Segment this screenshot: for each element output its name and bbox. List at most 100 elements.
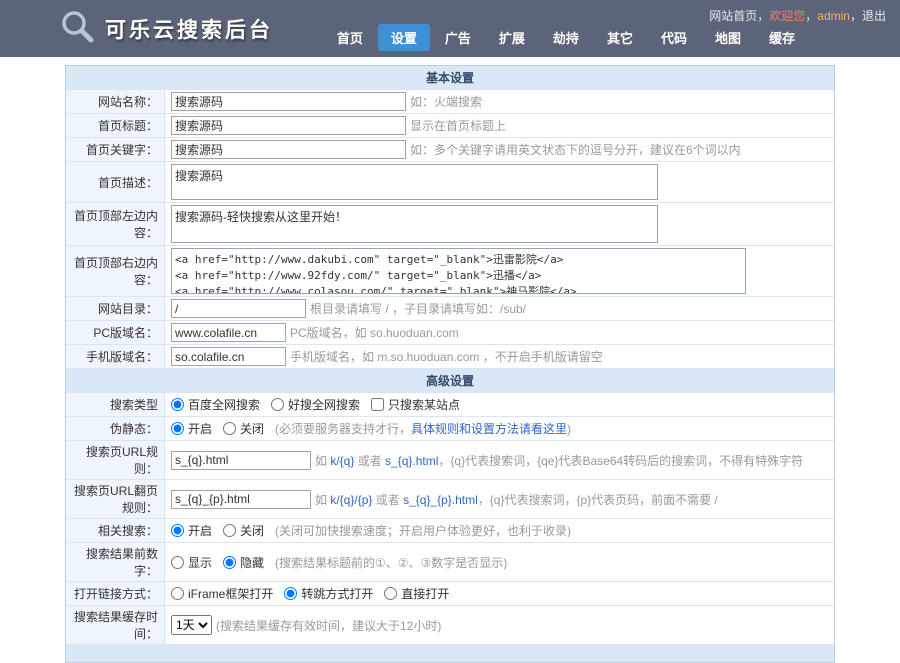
form-row-search-type: 搜索类型 百度全网搜索 好搜全网搜索 只搜索某站点 [66, 393, 834, 417]
result-number-show-option[interactable]: 显示 [171, 554, 212, 571]
field-label: 首页关键字： [66, 138, 165, 161]
nav-tab-sitemap[interactable]: 地图 [702, 24, 754, 51]
open-mode-direct-option[interactable]: 直接打开 [384, 585, 449, 602]
site-name-input[interactable] [171, 92, 406, 111]
nav-tab-extensions[interactable]: 扩展 [486, 24, 538, 51]
form-row-home-desc: 首页描述： 搜索源码 [66, 162, 834, 203]
field-hint: 如 k/{q}/{p} 或者 s_{q}_{p}.html，{q}代表搜索词，{… [315, 491, 828, 508]
home-title-input[interactable] [171, 116, 406, 135]
hint-text: 如 [315, 493, 330, 507]
cache-time-select[interactable]: 1天 [171, 615, 212, 635]
nav-tab-settings[interactable]: 设置 [378, 24, 430, 51]
field-hint: 手机版域名，如 m.so.huoduan.com ，不开启手机版请留空 [290, 348, 828, 365]
field-label: 相关搜索： [66, 519, 165, 542]
option-label: 百度全网搜索 [188, 396, 260, 413]
result-number-hide-radio[interactable] [223, 556, 236, 569]
nav-tab-ads[interactable]: 广告 [432, 24, 484, 51]
form-row-cache-time: 搜索结果缓存时间： 1天 (搜索结果缓存有效时间，建议大于12小时) [66, 606, 834, 645]
pseudo-static-on-radio[interactable] [171, 422, 184, 435]
field-hint: (搜索结果标题前的①、②、③数字是否显示) [275, 554, 828, 571]
pseudo-static-off-radio[interactable] [223, 422, 236, 435]
pseudo-static-off-option[interactable]: 关闭 [223, 420, 264, 437]
open-mode-redirect-option[interactable]: 转跳方式打开 [284, 585, 373, 602]
app-title: 可乐云搜索后台 [105, 14, 273, 44]
option-label: 转跳方式打开 [301, 585, 373, 602]
hint-text: ，{q}代表搜索词，{qe}代表Base64转码后的搜索词，不得有特殊字符 [438, 454, 803, 468]
hint-text: ，{q}代表搜索词，{p}代表页码，前面不需要 / [478, 493, 718, 507]
form-row-top-right-content: 首页顶部右边内容： <a href="http://www.dakubi.com… [66, 246, 834, 297]
hint-text: ) [567, 422, 571, 436]
site-dir-input[interactable] [171, 299, 306, 318]
field-label: 搜索结果前数字： [66, 543, 165, 581]
open-mode-direct-radio[interactable] [384, 587, 397, 600]
option-label: iFrame框架打开 [188, 585, 273, 602]
top-right-content-textarea[interactable]: <a href="http://www.dakubi.com" target="… [171, 248, 746, 294]
form-row-result-number: 搜索结果前数字： 显示 隐藏 (搜索结果标题前的①、②、③数字是否显示) [66, 543, 834, 582]
section-header-basic: 基本设置 [66, 66, 834, 90]
pseudo-static-on-option[interactable]: 开启 [171, 420, 212, 437]
magnifier-icon [58, 8, 96, 49]
nav-tab-code[interactable]: 代码 [648, 24, 700, 51]
search-type-baidu-radio[interactable] [171, 398, 184, 411]
section-header-advanced: 高级设置 [66, 369, 834, 393]
form-row-pc-domain: PC版域名： PC版域名，如 so.huoduan.com [66, 321, 834, 345]
result-number-hide-option[interactable]: 隐藏 [223, 554, 264, 571]
form-row-site-name: 网站名称： 如：火端搜索 [66, 90, 834, 114]
field-label: 网站目录： [66, 297, 165, 320]
home-desc-textarea[interactable]: 搜索源码 [171, 164, 658, 200]
nav-tab-home[interactable]: 首页 [324, 24, 376, 51]
mobile-domain-input[interactable] [171, 347, 286, 366]
home-keywords-input[interactable] [171, 140, 406, 159]
related-search-on-radio[interactable] [171, 524, 184, 537]
related-search-on-option[interactable]: 开启 [171, 522, 212, 539]
field-hint: 如：多个关键字请用英文状态下的逗号分开，建议在6个词以内 [410, 141, 828, 158]
search-type-site-only-checkbox[interactable] [371, 398, 384, 411]
field-label: 搜索类型 [66, 393, 165, 416]
option-label: 只搜索某站点 [388, 396, 460, 413]
field-label: 首页顶部左边内容： [66, 203, 165, 245]
main-nav: 首页 设置 广告 扩展 劫持 其它 代码 地图 缓存 [324, 24, 808, 51]
search-type-baidu-option[interactable]: 百度全网搜索 [171, 396, 260, 413]
form-row-mobile-domain: 手机版域名： 手机版域名，如 m.so.huoduan.com ，不开启手机版请… [66, 345, 834, 369]
url-page-rule-input[interactable] [171, 490, 311, 509]
search-type-haosou-radio[interactable] [271, 398, 284, 411]
separator: ， [805, 9, 817, 23]
result-number-show-radio[interactable] [171, 556, 184, 569]
top-links: 网站首页，欢迎您，admin，退出 [709, 7, 886, 24]
url-rule-example: k/{q} [330, 454, 354, 468]
settings-form: 基本设置 网站名称： 如：火端搜索 首页标题： 显示在首页标题上 首页关键字： … [65, 65, 835, 663]
field-label: 搜索结果缓存时间： [66, 606, 165, 644]
username-link[interactable]: admin [817, 9, 850, 23]
search-type-haosou-option[interactable]: 好搜全网搜索 [271, 396, 360, 413]
nav-tab-hijack[interactable]: 劫持 [540, 24, 592, 51]
pc-domain-input[interactable] [171, 323, 286, 342]
form-row-site-dir: 网站目录： 根目录请填写 / ，子目录请填写如：/sub/ [66, 297, 834, 321]
field-hint: 显示在首页标题上 [410, 117, 828, 134]
form-row-pseudo-static: 伪静态： 开启 关闭 (必须要服务器支持才行，具体规则和设置方法请看这里) [66, 417, 834, 441]
open-mode-iframe-option[interactable]: iFrame框架打开 [171, 585, 273, 602]
separator: ， [850, 9, 862, 23]
field-hint: 如 k/{q} 或者 s_{q}.html，{q}代表搜索词，{qe}代表Bas… [315, 452, 828, 469]
option-label: 关闭 [240, 420, 264, 437]
search-type-site-only-option[interactable]: 只搜索某站点 [371, 396, 460, 413]
open-mode-iframe-radio[interactable] [171, 587, 184, 600]
related-search-off-radio[interactable] [223, 524, 236, 537]
logout-link[interactable]: 退出 [862, 9, 886, 23]
section-header-partial [66, 645, 834, 662]
open-mode-redirect-radio[interactable] [284, 587, 297, 600]
nav-tab-other[interactable]: 其它 [594, 24, 646, 51]
related-search-off-option[interactable]: 关闭 [223, 522, 264, 539]
pseudo-static-help-link[interactable]: 具体规则和设置方法请看这里 [411, 422, 567, 436]
field-hint: 根目录请填写 / ，子目录请填写如：/sub/ [310, 300, 828, 317]
top-left-content-textarea[interactable]: 搜索源码-轻快搜索从这里开始！ [171, 205, 658, 243]
separator: ， [757, 9, 769, 23]
url-rule-input[interactable] [171, 451, 311, 470]
nav-tab-cache[interactable]: 缓存 [756, 24, 808, 51]
home-link[interactable]: 网站首页 [709, 9, 757, 23]
hint-text: 如 [315, 454, 330, 468]
option-label: 显示 [188, 554, 212, 571]
app-header: 可乐云搜索后台 网站首页，欢迎您，admin，退出 首页 设置 广告 扩展 劫持… [0, 0, 900, 57]
option-label: 隐藏 [240, 554, 264, 571]
field-label: 手机版域名： [66, 345, 165, 368]
logo: 可乐云搜索后台 [58, 8, 273, 49]
